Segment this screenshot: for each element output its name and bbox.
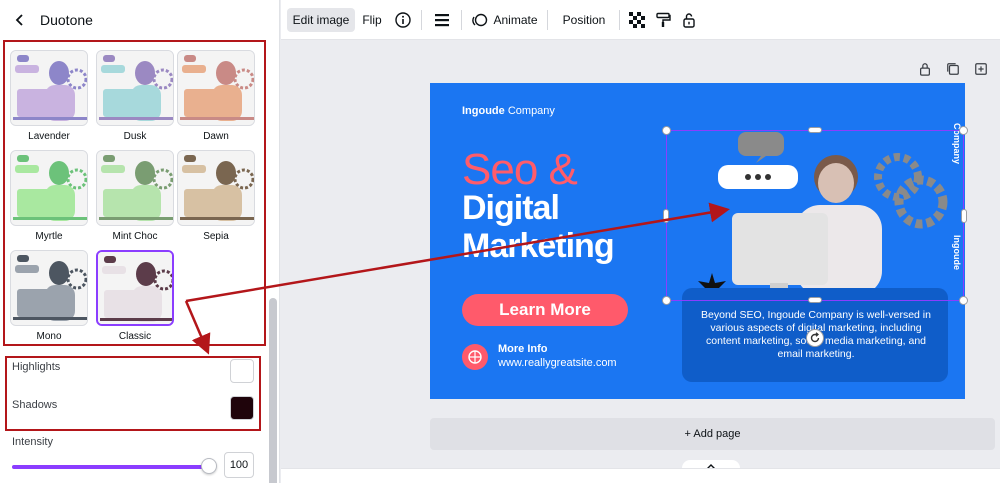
paint-roller-icon: [656, 12, 671, 27]
shadows-color-swatch[interactable]: [230, 396, 254, 420]
transparency-button[interactable]: [627, 8, 647, 32]
lock-page-button[interactable]: [918, 62, 932, 81]
panel-header: Duotone: [0, 0, 280, 40]
position-button[interactable]: Position: [555, 8, 613, 32]
preset-label: Mint Choc: [112, 231, 158, 242]
brand-bold: Ingoude: [462, 105, 505, 117]
preset-label: Sepia: [203, 231, 229, 242]
toolbar-divider: [619, 10, 620, 30]
toolbar-divider: [547, 10, 548, 30]
animate-icon: [472, 13, 488, 27]
preset-label: Classic: [118, 331, 152, 342]
rotate-icon: [810, 332, 820, 343]
resize-handle-bottom[interactable]: [808, 297, 822, 303]
preset-tile[interactable]: Sepia: [177, 150, 255, 242]
preset-label: Myrtle: [35, 231, 63, 242]
preset-thumbnail[interactable]: [96, 250, 174, 326]
intensity-slider-track[interactable]: [12, 465, 210, 469]
preset-thumbnail[interactable]: [96, 50, 174, 126]
preset-tile[interactable]: Mono: [10, 250, 88, 342]
add-page-button[interactable]: + Add page: [430, 418, 995, 450]
chevron-left-icon: [15, 14, 23, 26]
preset-label: Dusk: [123, 131, 147, 142]
intensity-value-input[interactable]: 100: [224, 452, 254, 478]
info-title[interactable]: More Info: [498, 343, 548, 355]
preset-scroll-area[interactable]: Lavender Dusk Dawn Myrtle Mint Choc Sepia Mono…: [0, 40, 280, 483]
brand-name[interactable]: Ingoude Company: [462, 105, 555, 117]
preset-preview-illustration: [98, 252, 172, 324]
globe-icon-svg: [468, 350, 482, 364]
lock-button[interactable]: [679, 8, 699, 32]
title-marketing[interactable]: Marketing: [462, 227, 615, 266]
panel-scrollbar[interactable]: [268, 40, 278, 483]
preset-preview-illustration: [178, 151, 254, 225]
resize-handle-top-left[interactable]: [662, 126, 671, 135]
lines-icon: [435, 14, 449, 27]
lock-icon: [683, 13, 695, 28]
preset-label: Lavender: [28, 131, 70, 142]
flip-button[interactable]: Flip: [359, 8, 385, 32]
checkerboard-icon: [629, 12, 645, 28]
intensity-slider-knob[interactable]: [201, 458, 217, 474]
panel-scrollbar-thumb[interactable]: [269, 298, 277, 483]
preset-tile[interactable]: Dawn: [177, 50, 255, 142]
back-button[interactable]: [0, 0, 40, 40]
preset-preview-illustration: [178, 51, 254, 125]
edit-image-button[interactable]: Edit image: [287, 8, 355, 32]
shadows-label: Shadows: [12, 399, 58, 411]
duplicate-page-button[interactable]: [946, 62, 960, 81]
preset-thumbnail[interactable]: [177, 150, 255, 226]
highlights-color-swatch[interactable]: [230, 359, 254, 383]
title-digital[interactable]: Digital: [462, 189, 560, 228]
resize-handle-bottom-right[interactable]: [959, 296, 968, 305]
bottom-bar: [281, 468, 1000, 483]
border-style-button[interactable]: [431, 8, 453, 32]
intensity-label: Intensity: [12, 436, 53, 448]
title-seo[interactable]: Seo &: [462, 145, 578, 195]
preset-tile[interactable]: Classic: [96, 250, 174, 342]
resize-handle-left[interactable]: [663, 209, 669, 223]
top-toolbar: Edit image Flip Animate Position: [281, 0, 1000, 40]
preset-tile[interactable]: Lavender: [10, 50, 88, 142]
preset-preview-illustration: [11, 51, 87, 125]
resize-handle-right[interactable]: [961, 209, 967, 223]
preset-preview-illustration: [11, 251, 87, 325]
preset-preview-illustration: [11, 151, 87, 225]
toolbar-divider: [421, 10, 422, 30]
resize-handle-top[interactable]: [808, 127, 822, 133]
animate-label: Animate: [493, 13, 538, 27]
selection-frame[interactable]: [666, 130, 964, 301]
toolbar-divider: [461, 10, 462, 30]
highlights-label: Highlights: [12, 361, 61, 373]
preset-label: Mono: [36, 331, 62, 342]
preset-thumbnail[interactable]: [96, 150, 174, 226]
duotone-panel: Duotone Lavender Dusk Dawn Myrtle Mint Choc S…: [0, 0, 280, 483]
resize-handle-top-right[interactable]: [959, 126, 968, 135]
preset-thumbnail[interactable]: [10, 250, 88, 326]
brand-rest: Company: [507, 105, 555, 117]
preset-tile[interactable]: Mint Choc: [96, 150, 174, 242]
paint-roller-button[interactable]: [653, 8, 673, 32]
info-button[interactable]: [392, 8, 414, 32]
preset-preview-illustration: [97, 51, 173, 125]
preset-tile[interactable]: Dusk: [96, 50, 174, 142]
duplicate-icon: [947, 63, 959, 75]
preset-label: Dawn: [203, 131, 229, 142]
preset-thumbnail[interactable]: [10, 150, 88, 226]
resize-handle-bottom-left[interactable]: [662, 296, 671, 305]
preset-tile[interactable]: Myrtle: [10, 150, 88, 242]
globe-icon: [462, 344, 488, 370]
preset-thumbnail[interactable]: [10, 50, 88, 126]
add-page-icon-button[interactable]: [974, 62, 988, 81]
info-url[interactable]: www.reallygreatsite.com: [498, 357, 617, 369]
lock-icon: [920, 63, 930, 76]
rotate-handle[interactable]: [806, 329, 824, 347]
animate-button[interactable]: Animate: [469, 8, 541, 32]
preset-preview-illustration: [97, 151, 173, 225]
preset-thumbnail[interactable]: [177, 50, 255, 126]
learn-more-button[interactable]: Learn More: [462, 294, 628, 326]
panel-title: Duotone: [40, 12, 93, 28]
add-page-icon: [975, 63, 987, 75]
info-icon: [395, 12, 411, 28]
